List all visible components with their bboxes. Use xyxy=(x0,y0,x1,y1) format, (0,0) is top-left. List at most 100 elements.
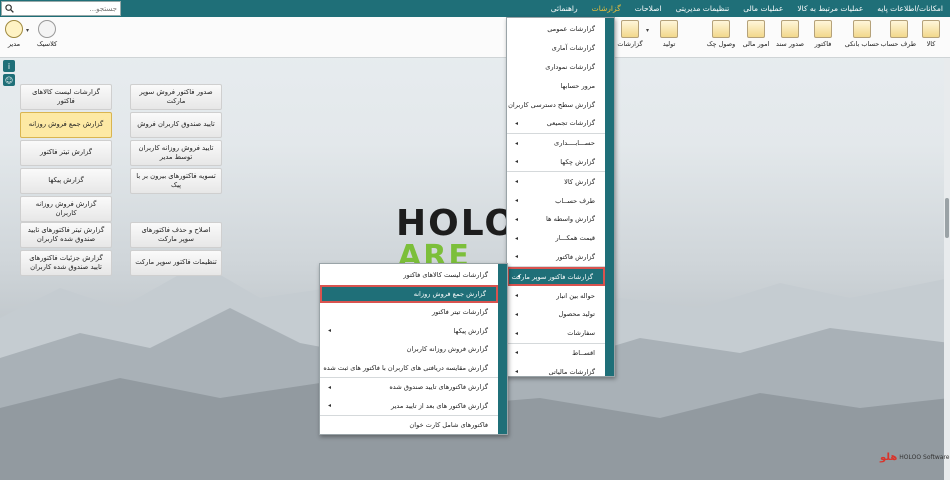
search-icon[interactable] xyxy=(2,2,16,15)
brand-sub: HOLOO Software xyxy=(899,453,950,461)
report-button[interactable]: گزارش تیتر فاکتورهای تایید صندوق شده کار… xyxy=(20,222,112,248)
supermarket-menu-item-label: گزارشات لیست کالاهای فاکتور xyxy=(403,271,488,280)
reports-menu-item[interactable]: گزارشات آماری xyxy=(507,39,605,58)
submenu-arrow-icon: ◂ xyxy=(515,234,519,242)
report-button[interactable]: تایید فروش روزانه کاربران توسط مدیر xyxy=(130,140,222,166)
reports-menu-item[interactable]: گزارشات مالیاتی ◂ xyxy=(507,362,605,381)
supermarket-menu-item-label: گزارش فاکتورهای تایید صندوق شده xyxy=(389,383,488,392)
reports-menu-item[interactable]: مرور حسابها xyxy=(507,76,605,95)
reports-menu-item-label: تولید محصول xyxy=(558,310,595,319)
reports-menu-item-label: گزارش کالا xyxy=(564,177,595,186)
report-button[interactable]: گزارش تیتر فاکتور xyxy=(20,140,112,166)
report-button[interactable]: تسویه فاکتورهای بیرون بر با پیک xyxy=(130,168,222,194)
reports-menu-item[interactable]: حســـابــــداری ◂ xyxy=(507,134,605,153)
palette-icon xyxy=(38,20,56,38)
scrollbar-thumb[interactable] xyxy=(945,198,949,238)
reports-menu-item[interactable]: قیمت همکـــار ◂ xyxy=(507,229,605,248)
main-menubar: امکانات/اطلاعات پایه عملیات مرتبط به کال… xyxy=(0,0,950,17)
clock-icon xyxy=(5,20,23,38)
supermarket-menu-item[interactable]: گزارش مقایسه دریافتی های کاربران با فاکت… xyxy=(320,359,498,378)
submenu-arrow-icon: ◂ xyxy=(515,329,519,337)
toolbar-finance-button[interactable]: امور مالی xyxy=(739,19,773,55)
reports-menu-item-label: گزارشات فاکتور سوپر مارکت xyxy=(511,272,593,281)
bank-icon xyxy=(853,20,871,38)
supermarket-menu-item-label: گزارش فروش روزانه کاربران xyxy=(406,345,488,354)
menu-corrections[interactable]: اصلاحات xyxy=(628,0,669,17)
reports-menu-item-label: گزارش واسطه ها xyxy=(545,215,595,224)
reports-menu-item-label: گزارشات مالیاتی xyxy=(548,367,595,376)
main-toolbar: کالا طرف حساب حساب بانکی فاکتور صدور سند… xyxy=(0,17,950,58)
brand-name: هلو xyxy=(880,452,898,463)
menu-side-strip xyxy=(605,18,614,376)
reports-menu-item-label: گزارش چکها xyxy=(560,157,595,166)
supermarket-menu-item[interactable]: گزارشات تیتر فاکتور xyxy=(320,303,498,322)
user-icon[interactable]: ☺ xyxy=(3,74,15,86)
submenu-arrow-icon: ◂ xyxy=(515,197,519,205)
reports-menu-item-label: گزارش سطح دسترسی کاربران xyxy=(508,100,595,109)
reports-menu-item[interactable]: گزارش واسطه ها ◂ xyxy=(507,210,605,229)
report-button[interactable]: گزارش فروش روزانه کاربران xyxy=(20,196,112,222)
search-input[interactable] xyxy=(16,2,120,15)
people-icon xyxy=(890,20,908,38)
reports-menu-item-label: گزارشات تجمیعی xyxy=(546,119,595,128)
reports-menu-item[interactable]: طرف حســاب ◂ xyxy=(507,191,605,210)
reports-menu-item[interactable]: تولید محصول ◂ xyxy=(507,305,605,324)
check-icon xyxy=(712,20,730,38)
toolbar-invoice-button[interactable]: فاکتور xyxy=(806,19,840,55)
supermarket-menu-item[interactable]: فاکتورهای شامل کارت خوان xyxy=(320,416,498,435)
report-button[interactable]: گزارش پیکها xyxy=(20,168,112,194)
menu-financial[interactable]: عملیات مالی xyxy=(736,0,790,17)
toolbar-manager-button[interactable]: مدیر xyxy=(0,19,28,55)
report-button[interactable]: تایید صندوق کاربران فروش xyxy=(130,112,222,138)
holoo-brand-logo: هلو HOLOO Software xyxy=(880,452,949,463)
reports-menu-item[interactable]: گزارشات عمومی xyxy=(507,20,605,39)
toolbar-goods-button[interactable]: کالا xyxy=(914,19,948,55)
report-button[interactable]: گزارشات لیست کالاهای فاکتور xyxy=(20,84,112,110)
reports-menu-item[interactable]: گزارشات فاکتور سوپر مارکت ◂ xyxy=(507,267,605,287)
menu-help[interactable]: راهنمائی xyxy=(544,0,585,17)
menu-goods-ops[interactable]: عملیات مرتبط به کالا xyxy=(790,0,870,17)
vertical-scrollbar[interactable] xyxy=(944,58,950,480)
reports-menu-item[interactable]: حواله بین انبار ◂ xyxy=(507,286,605,305)
reports-menu-item-label: سفارشات xyxy=(567,329,595,338)
supermarket-menu-item[interactable]: گزارش جمع فروش روزانه xyxy=(320,284,498,303)
holoo-logo-text: HOLO xyxy=(396,203,517,244)
supermarket-menu-item[interactable]: گزارش پیکها ◂ xyxy=(320,322,498,341)
report-button[interactable]: صدور فاکتور فروش سوپر مارکت xyxy=(130,84,222,110)
menu-admin-settings[interactable]: تنظیمات مدیریتی xyxy=(669,0,737,17)
submenu-arrow-icon: ◂ xyxy=(515,178,519,186)
menu-basics[interactable]: امکانات/اطلاعات پایه xyxy=(870,0,950,17)
report-button[interactable]: اصلاح و حذف فاکتورهای سوپر مارکت xyxy=(130,222,222,248)
toolbar-production-button[interactable]: تولید ▾ xyxy=(646,19,686,55)
toolbar-account-party-button[interactable]: طرف حساب xyxy=(881,19,916,55)
supermarket-menu-item[interactable]: گزارش فاکتورهای تایید صندوق شده ◂ xyxy=(320,378,498,397)
supermarket-menu-item-label: فاکتورهای شامل کارت خوان xyxy=(409,421,488,430)
report-button[interactable]: گزارش جزئیات فاکتورهای تایید صندوق شده ک… xyxy=(20,250,112,276)
reports-icon xyxy=(621,20,639,38)
menu-reports[interactable]: گزارشات xyxy=(585,0,628,17)
reports-menu-item[interactable]: گزارش کالا ◂ xyxy=(507,172,605,191)
supermarket-menu-item[interactable]: گزارش فاکتور های بعد از تایید مدیر ◂ xyxy=(320,397,498,416)
toolbar-check-collect-button[interactable]: وصول چک xyxy=(704,19,738,55)
supermarket-menu-item[interactable]: گزارش فروش روزانه کاربران xyxy=(320,340,498,359)
reports-menu-item-label: اقســاط xyxy=(572,348,595,357)
toolbar-reports-button[interactable]: گزارشات▾ xyxy=(604,19,650,55)
toolbar-voucher-button[interactable]: صدور سند xyxy=(773,19,807,55)
reports-menu-item-label: حســـابــــداری xyxy=(554,139,595,148)
submenu-arrow-icon: ◂ xyxy=(517,273,521,281)
toolbar-bank-account-button[interactable]: حساب بانکی xyxy=(843,19,881,55)
reports-menu-item-label: طرف حســاب xyxy=(555,196,595,205)
reports-menu-item[interactable]: گزارش سطح دسترسی کاربران xyxy=(507,95,605,114)
report-button-selected[interactable]: گزارش جمع فروش روزانه xyxy=(20,112,112,138)
report-button[interactable]: تنظیمات فاکتور سوپر مارکت xyxy=(130,250,222,276)
reports-menu-item[interactable]: اقســاط ◂ xyxy=(507,344,605,363)
toolbar-classic-button[interactable]: کلاسیک ▾ xyxy=(26,19,64,55)
reports-menu-item[interactable]: گزارشات تجمیعی ◂ xyxy=(507,114,605,133)
reports-menu-item[interactable]: گزارش چکها ◂ xyxy=(507,153,605,172)
reports-menu-item-label: حواله بین انبار xyxy=(556,291,595,300)
supermarket-menu-item[interactable]: گزارشات لیست کالاهای فاکتور xyxy=(320,266,498,285)
info-icon[interactable]: i xyxy=(3,60,15,72)
reports-menu-item[interactable]: گزارش فاکتور ◂ xyxy=(507,248,605,267)
reports-menu-item[interactable]: گزارشات نموداری xyxy=(507,58,605,77)
reports-menu-item[interactable]: سفارشات ◂ xyxy=(507,324,605,343)
